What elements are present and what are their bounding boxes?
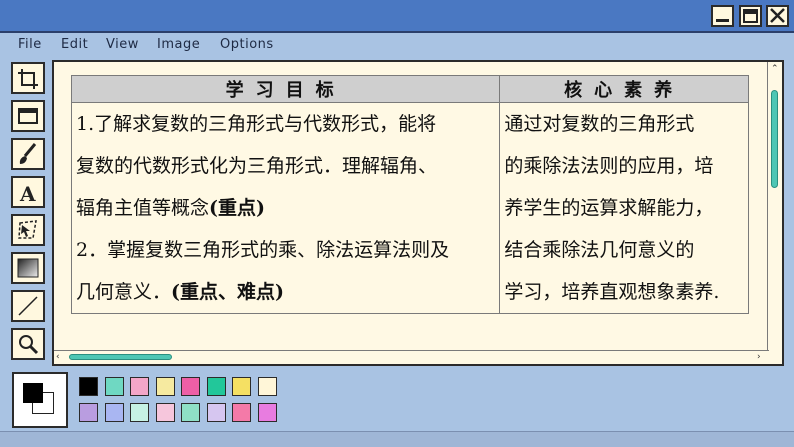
brush-tool-button[interactable]: [11, 138, 45, 170]
canvas[interactable]: 学习目标 核心素养 1.了解求复数的三角形式与代数形式，能将 复数的代数形式化为…: [52, 60, 784, 366]
palette-swatch[interactable]: [104, 403, 124, 422]
vertical-scrollbar[interactable]: ⌃: [767, 62, 782, 352]
rectangle-tool-button[interactable]: [11, 100, 45, 132]
literacy-line-2: 的乘除法法则的应用，培: [504, 155, 714, 177]
goal-line-5-emphasis: (重点、难点): [171, 281, 284, 303]
crop-tool-button[interactable]: [11, 62, 45, 94]
free-select-icon: [18, 220, 37, 239]
close-button[interactable]: [766, 5, 789, 27]
crop-icon: [18, 69, 38, 89]
palette-swatch[interactable]: [206, 403, 226, 422]
menu-edit[interactable]: Edit: [61, 37, 88, 52]
palette-swatch[interactable]: [155, 403, 175, 422]
minimize-icon: [716, 19, 729, 22]
palette-swatch[interactable]: [155, 377, 175, 396]
palette-swatch[interactable]: [257, 377, 277, 396]
literacy-line-1: 通过对复数的三角形式: [504, 113, 695, 135]
text-tool-button[interactable]: A: [11, 176, 45, 208]
goal-line-5: 几何意义．(重点、难点): [76, 271, 495, 313]
minimize-button[interactable]: [711, 5, 734, 27]
gradient-tool-button[interactable]: [11, 252, 45, 284]
palette-swatch[interactable]: [181, 377, 200, 396]
header-core-literacy: 核心素养: [499, 75, 749, 103]
palette-swatch[interactable]: [130, 377, 149, 396]
free-select-tool-button[interactable]: [11, 214, 45, 246]
foreground-color-swatch[interactable]: [23, 383, 43, 403]
menu-options[interactable]: Options: [220, 37, 274, 52]
literacy-line-4: 结合乘除法几何意义的: [504, 239, 695, 261]
horizontal-scrollbar[interactable]: ‹ ›: [54, 350, 769, 364]
palette-swatch[interactable]: [206, 377, 226, 396]
palette-swatch[interactable]: [257, 403, 277, 422]
goals-table: 学习目标 核心素养 1.了解求复数的三角形式与代数形式，能将 复数的代数形式化为…: [70, 75, 749, 314]
svg-text:A: A: [19, 182, 36, 206]
menu-image[interactable]: Image: [157, 37, 200, 52]
goal-line-4: 2．掌握复数三角形式的乘、除法运算法则及: [76, 239, 450, 261]
header-learning-goals: 学习目标: [70, 75, 501, 103]
line-icon: [18, 296, 38, 316]
title-bar: [0, 0, 794, 33]
goal-line-5-text: 几何意义．: [76, 281, 172, 303]
palette-swatch[interactable]: [79, 403, 98, 422]
scroll-up-icon[interactable]: ⌃: [771, 64, 779, 74]
palette-swatch[interactable]: [232, 403, 251, 422]
zoom-icon: [19, 335, 39, 355]
line-tool-button[interactable]: [11, 290, 45, 322]
table-row: 1.了解求复数的三角形式与代数形式，能将 复数的代数形式化为三角形式．理解辐角、…: [70, 102, 749, 314]
maximize-button[interactable]: [739, 5, 762, 27]
menu-bar: File Edit View Image Options: [0, 35, 794, 57]
palette-swatch[interactable]: [181, 403, 200, 422]
status-bar: [0, 431, 794, 447]
current-colors[interactable]: [12, 372, 68, 428]
goal-line-3-text: 辐角主值等概念: [76, 197, 210, 219]
learning-goals-cell: 1.了解求复数的三角形式与代数形式，能将 复数的代数形式化为三角形式．理解辐角、…: [70, 102, 501, 314]
horizontal-scroll-thumb[interactable]: [69, 354, 172, 360]
close-icon: [770, 8, 785, 23]
brush-icon: [19, 143, 37, 164]
table-header-row: 学习目标 核心素养: [70, 75, 749, 103]
literacy-line-3: 养学生的运算求解能力，: [504, 197, 714, 219]
goal-line-3: 辐角主值等概念(重点): [76, 187, 495, 229]
zoom-tool-button[interactable]: [11, 328, 45, 360]
scroll-right-icon[interactable]: ›: [757, 352, 761, 362]
vertical-scroll-thumb[interactable]: [771, 90, 778, 188]
palette-swatch[interactable]: [104, 377, 124, 396]
goal-line-2: 复数的代数形式化为三角形式．理解辐角、: [76, 155, 438, 177]
literacy-line-5: 学习，培养直观想象素养.: [504, 281, 720, 303]
palette-swatch[interactable]: [79, 377, 98, 396]
menu-file[interactable]: File: [18, 37, 42, 52]
palette-swatch[interactable]: [232, 377, 251, 396]
gradient-icon: [17, 258, 39, 278]
goal-line-3-emphasis: (重点): [209, 197, 265, 219]
core-literacy-cell: 通过对复数的三角形式 的乘除法法则的应用，培 养学生的运算求解能力， 结合乘除法…: [499, 102, 749, 314]
menu-view[interactable]: View: [106, 37, 139, 52]
goal-line-1: 1.了解求复数的三角形式与代数形式，能将: [76, 113, 437, 135]
palette-swatch[interactable]: [130, 403, 149, 422]
maximize-icon: [743, 9, 758, 23]
rectangle-select-icon: [18, 108, 38, 124]
text-icon: A: [19, 182, 36, 206]
scroll-left-icon[interactable]: ‹: [56, 352, 60, 362]
